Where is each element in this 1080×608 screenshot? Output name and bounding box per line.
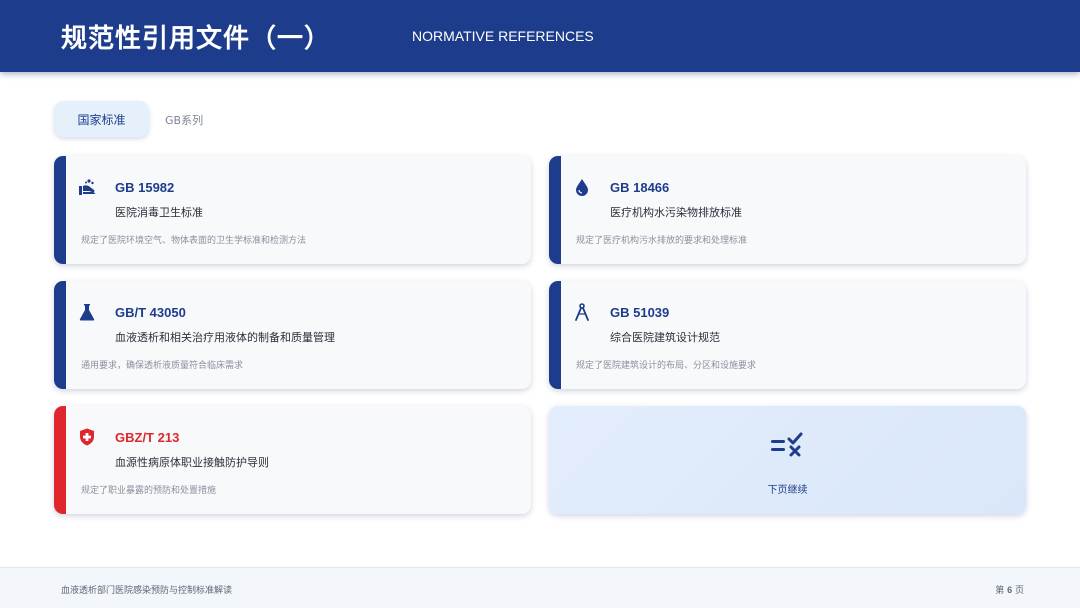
standard-name: 血源性病原体职业接触防护导则	[115, 456, 269, 469]
standard-card[interactable]: GB 15982 医院消毒卫生标准 规定了医院环境空气、物体表面的卫生学标准和检…	[54, 156, 531, 264]
page-number-indicator: 第 6 页	[995, 583, 1024, 596]
card-accent-bar	[549, 156, 561, 264]
standard-card[interactable]: GB/T 43050 血液透析和相关治疗用液体的制备和质量管理 通用要求，确保透…	[54, 281, 531, 389]
card-accent-bar	[549, 281, 561, 389]
standard-description: 规定了医疗机构污水排放的要求和处理标准	[576, 236, 748, 246]
standard-code: GB 51039	[610, 305, 670, 320]
footer-document-title: 血液透析部门医院感染预防与控制标准解读	[61, 586, 233, 596]
card-accent-bar	[54, 281, 66, 389]
standard-card[interactable]: GB 51039 综合医院建筑设计规范 规定了医院建筑设计的布局、分区和设施要求	[549, 281, 1026, 389]
standard-description: 规定了职业暴露的预防和处置措施	[81, 486, 217, 496]
footer-bar: 血液透析部门医院感染预防与控制标准解读 第 6 页	[0, 567, 1080, 608]
hand-wash-icon	[76, 176, 98, 198]
standard-name: 血液透析和相关治疗用液体的制备和质量管理	[115, 331, 335, 344]
standard-description: 规定了医院环境空气、物体表面的卫生学标准和检测方法	[81, 236, 307, 246]
standard-description: 通用要求，确保透析液质量符合临床需求	[81, 361, 244, 371]
flask-icon	[76, 301, 98, 323]
standard-code: GBZ/T 213	[115, 430, 180, 445]
water-drop-icon	[571, 176, 593, 198]
header-bar: 规范性引用文件（一） NORMATIVE REFERENCES	[0, 0, 1080, 72]
page-suffix: 页	[1014, 586, 1024, 596]
compass-icon	[571, 301, 593, 323]
checklist-icon	[769, 430, 805, 460]
standard-name: 医疗机构水污染物排放标准	[610, 206, 742, 219]
standard-description: 规定了医院建筑设计的布局、分区和设施要求	[576, 361, 757, 371]
page-prefix: 第	[995, 586, 1005, 596]
continue-next-page-card[interactable]: 下页继续	[549, 406, 1026, 514]
page-title: 规范性引用文件（一）	[61, 24, 332, 54]
standard-code: GB 15982	[115, 180, 175, 195]
page-number: 6	[1007, 585, 1013, 595]
tab-national-standard[interactable]: 国家标准	[54, 101, 149, 137]
standard-code: GB/T 43050	[115, 305, 186, 320]
card-accent-bar	[54, 156, 66, 264]
tab-gb-series[interactable]: GB系列	[165, 112, 203, 128]
page-subtitle: NORMATIVE REFERENCES	[412, 28, 594, 44]
standard-name: 医院消毒卫生标准	[115, 206, 203, 219]
card-accent-bar	[54, 406, 66, 514]
standard-card[interactable]: GB 18466 医疗机构水污染物排放标准 规定了医疗机构污水排放的要求和处理标…	[549, 156, 1026, 264]
standard-card[interactable]: GBZ/T 213 血源性病原体职业接触防护导则 规定了职业暴露的预防和处置措施	[54, 406, 531, 514]
standard-code: GB 18466	[610, 180, 670, 195]
continue-label: 下页继续	[767, 485, 808, 496]
standard-name: 综合医院建筑设计规范	[610, 331, 720, 344]
shield-cross-icon	[76, 426, 98, 448]
